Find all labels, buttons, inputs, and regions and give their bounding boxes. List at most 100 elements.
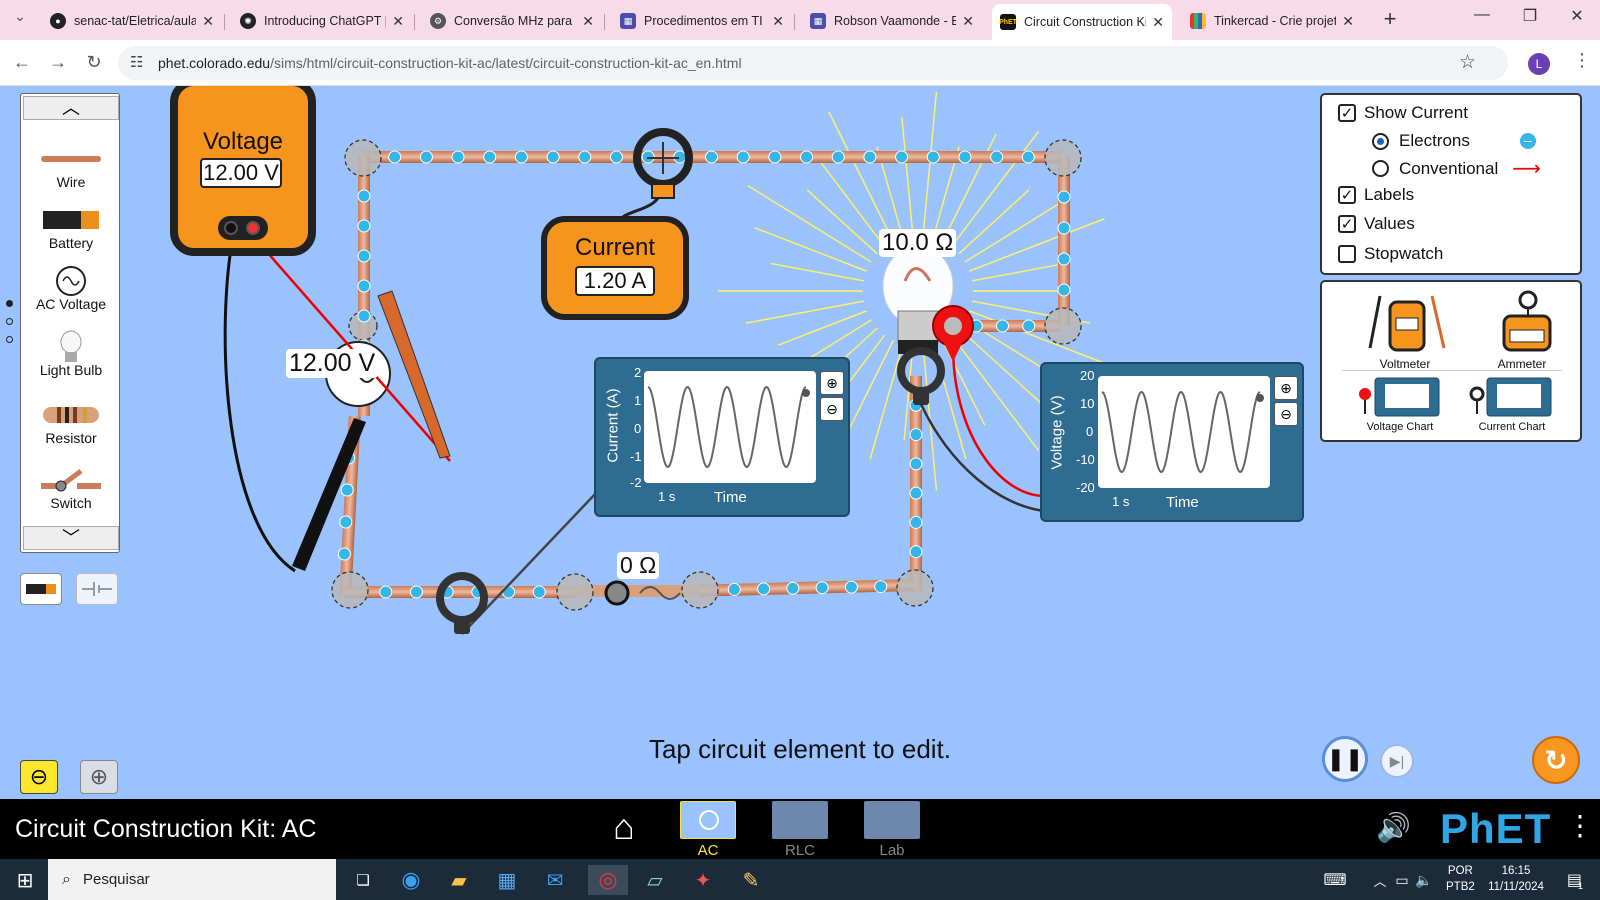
tab-search-chevron-icon[interactable]: ⌄ [8, 8, 32, 25]
clock[interactable]: 16:15 11/11/2024 [1484, 863, 1548, 895]
notification-center[interactable]: ▤ 1 [1560, 865, 1590, 895]
voltage-chart-tool[interactable]: Voltage Chart [1350, 376, 1450, 433]
close-tab-icon[interactable]: ✕ [202, 13, 214, 30]
tab-5[interactable]: PhET Circuit Construction Ki ✕ [992, 4, 1172, 40]
sound-button[interactable]: 🔊 [1376, 811, 1411, 844]
minimize-icon[interactable]: — [1470, 6, 1494, 24]
screen-lab-button[interactable]: Lab [856, 799, 928, 859]
radio-unselected-icon [1372, 160, 1389, 177]
reload-icon[interactable]: ↻ [82, 52, 106, 73]
keyboard-icon[interactable]: ⌨ [1320, 865, 1350, 895]
conventional-radio[interactable]: Conventional ⟶ [1372, 156, 1541, 181]
carousel-page-dot-2[interactable] [6, 318, 13, 325]
ammeter[interactable]: Current 1.20 A [541, 216, 689, 320]
tab-3[interactable]: ▦ Procedimentos em TI - ✕ [612, 6, 792, 36]
electron [736, 150, 750, 164]
toolbox-wire[interactable]: Wire [21, 144, 121, 190]
close-tab-icon[interactable]: ✕ [1152, 14, 1164, 31]
toolbox-switch[interactable]: Switch [21, 465, 121, 511]
schematic-view-button[interactable] [76, 573, 118, 605]
tab-title: Introducing ChatGPT | [264, 14, 387, 28]
voltmeter-title: Voltage [202, 128, 284, 155]
toolbox-battery[interactable]: Battery [21, 205, 121, 251]
toolbox-label: Battery [48, 235, 94, 251]
reset-all-button[interactable]: ↻ [1532, 736, 1580, 784]
chart-tick: 0 [634, 421, 642, 436]
taskbar-search[interactable]: ⌕ Pesquisar [48, 859, 336, 900]
pause-button[interactable]: ❚❚ [1322, 736, 1368, 782]
paint-icon[interactable]: ✎ [736, 865, 766, 895]
new-tab-icon[interactable]: + [1378, 6, 1402, 32]
task-view-icon[interactable]: ❏ [348, 865, 378, 895]
file-explorer-icon[interactable]: ▰ [444, 865, 474, 895]
site-info-icon[interactable]: ☷ [130, 53, 143, 71]
profile-avatar[interactable]: L [1528, 53, 1550, 75]
close-tab-icon[interactable]: ✕ [582, 13, 594, 30]
tab-2[interactable]: ⚙ Conversão MHz para H ✕ [422, 6, 602, 36]
zoom-out-icon[interactable]: ⊖ [1274, 402, 1298, 426]
menu-kebab-icon[interactable]: ⋮ [1570, 50, 1594, 71]
input-language[interactable]: POR PTB2 [1446, 863, 1475, 895]
forward-icon[interactable]: → [46, 52, 70, 73]
mail-icon[interactable]: ✉ [540, 865, 570, 895]
voltage-chart[interactable]: Voltage (V) 20 10 0 -10 -20 ⊕ ⊖ 1 s Time [1040, 362, 1304, 522]
tray-chevron-icon[interactable]: ︿ [1370, 865, 1390, 895]
bookmark-star-icon[interactable]: ☆ [1459, 51, 1476, 74]
app-icon[interactable]: ▱ [640, 865, 670, 895]
home-button[interactable]: ⌂ [602, 809, 646, 847]
close-tab-icon[interactable]: ✕ [392, 13, 404, 30]
chrome-icon[interactable]: ◎ [588, 865, 628, 895]
store-icon[interactable]: ▦ [492, 865, 522, 895]
url-field[interactable]: ☷ phet.colorado.edu/sims/html/circuit-co… [118, 46, 1508, 80]
zoom-in-button[interactable]: ⊕ [80, 760, 118, 794]
zoom-out-button[interactable]: ⊖ [20, 760, 58, 794]
show-current-checkbox[interactable]: ✓ Show Current [1338, 103, 1468, 123]
volume-icon[interactable]: 🔈 [1414, 865, 1434, 895]
windows-start-icon[interactable]: ⊞ [10, 865, 40, 895]
step-forward-button[interactable]: ▶| [1380, 744, 1414, 778]
values-checkbox[interactable]: ✓ Values [1338, 214, 1415, 234]
ac-voltage-screen-thumb [680, 801, 736, 839]
toolbox-ac-voltage[interactable]: AC Voltage [21, 266, 121, 312]
voltage-chart-xlabel: Time [1166, 494, 1199, 511]
toolbox-light-bulb[interactable]: Light Bulb [21, 330, 121, 378]
bulb-resistance-label: 10.0 Ω [879, 229, 957, 257]
phet-logo[interactable]: PhET [1440, 805, 1551, 853]
close-tab-icon[interactable]: ✕ [772, 13, 784, 30]
tab-1[interactable]: ✺ Introducing ChatGPT | ✕ [232, 6, 412, 36]
carousel-page-dot-3[interactable] [6, 336, 13, 343]
current-chart-tool[interactable]: Current Chart [1462, 376, 1562, 433]
restore-icon[interactable]: ❐ [1518, 6, 1542, 26]
voltmeter-tool[interactable]: Voltmeter [1350, 292, 1460, 371]
electron [419, 150, 433, 164]
close-tab-icon[interactable]: ✕ [1342, 13, 1354, 30]
voltmeter[interactable]: Voltage 12.00 V [170, 86, 316, 256]
zoom-in-icon[interactable]: ⊕ [1274, 376, 1298, 400]
labels-checkbox[interactable]: ✓ Labels [1338, 185, 1414, 205]
stopwatch-checkbox[interactable]: Stopwatch [1338, 244, 1443, 264]
tab-0[interactable]: ● senac-tat/Eletrica/aula ✕ [42, 6, 222, 36]
tab-6[interactable]: Tinkercad - Crie projet ✕ [1182, 6, 1362, 36]
electrons-radio[interactable]: Electrons – [1372, 131, 1536, 151]
close-tab-icon[interactable]: ✕ [962, 13, 974, 30]
zoom-out-icon[interactable]: ⊖ [820, 397, 844, 421]
phet-menu-icon[interactable]: ⋮ [1566, 809, 1594, 842]
app-icon[interactable]: ✦ [688, 865, 718, 895]
chart-tick: 0 [1086, 424, 1094, 439]
network-icon[interactable]: ▭ [1392, 865, 1412, 895]
current-chart[interactable]: Current (A) 2 1 0 -1 -2 ⊕ ⊖ 1 s Time [594, 357, 850, 517]
tab-4[interactable]: ▦ Robson Vaamonde - El ✕ [802, 6, 982, 36]
chart-tick: 10 [1080, 396, 1095, 411]
current-chart-scale: 1 s [658, 489, 676, 504]
close-window-icon[interactable]: ✕ [1565, 6, 1589, 26]
lifelike-view-button[interactable] [20, 573, 62, 605]
screen-rlc-button[interactable]: RLC [764, 799, 836, 859]
back-icon[interactable]: ← [10, 52, 34, 73]
toolbox-scroll-down-button[interactable]: ﹀ [23, 526, 119, 550]
ammeter-tool[interactable]: Ammeter [1472, 290, 1572, 371]
toolbox-scroll-up-button[interactable]: ︿ [23, 96, 119, 120]
toolbox-resistor[interactable]: Resistor [21, 400, 121, 446]
carousel-page-dot-1[interactable] [6, 300, 13, 307]
edge-icon[interactable]: ◉ [396, 865, 426, 895]
zoom-in-icon[interactable]: ⊕ [820, 371, 844, 395]
